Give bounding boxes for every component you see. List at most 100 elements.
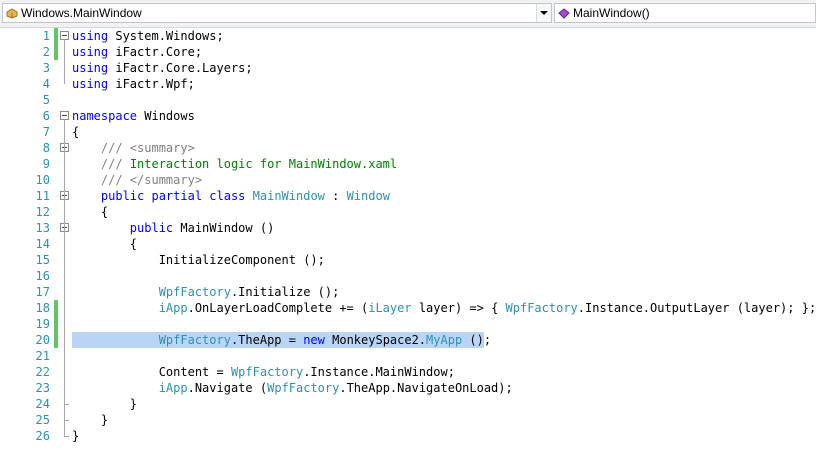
- code-token: iFactr.Core.Layers;: [108, 61, 253, 75]
- type-dropdown-label: Windows.MainWindow: [21, 6, 142, 20]
- code-token: }: [72, 397, 138, 411]
- code-line[interactable]: 16: [0, 268, 816, 284]
- code-line[interactable]: 14 {: [0, 236, 816, 252]
- code-text: iApp.Navigate (WpfFactory.TheApp.Navigat…: [72, 380, 513, 396]
- code-token: using: [72, 61, 109, 75]
- code-token: WpfFactory: [158, 333, 231, 347]
- code-token: WpfFactory: [267, 381, 340, 395]
- line-number: 4: [42, 77, 50, 91]
- code-text: InitializeComponent ();: [72, 252, 325, 268]
- line-number: 15: [35, 253, 50, 267]
- change-marker: [54, 28, 58, 44]
- code-line[interactable]: 26}: [0, 428, 816, 444]
- code-editor[interactable]: 1 using System.Windows; 2 using iFactr.Core…: [0, 28, 816, 460]
- chevron-down-icon[interactable]: [536, 4, 551, 22]
- code-token: iLayer: [368, 301, 412, 315]
- code-token: Window: [346, 189, 390, 203]
- code-line[interactable]: 5: [0, 92, 816, 108]
- code-token: WpfFactory: [505, 301, 578, 315]
- code-line[interactable]: 6 namespace Windows: [0, 108, 816, 124]
- code-token: InitializeComponent ();: [72, 253, 325, 267]
- code-line[interactable]: 12 {: [0, 204, 816, 220]
- code-line[interactable]: 23 iApp.Navigate (WpfFactory.TheApp.Navi…: [0, 380, 816, 396]
- code-token: .Instance.OutputLayer (layer); };: [577, 301, 816, 315]
- type-dropdown[interactable]: Windows.MainWindow: [2, 3, 552, 23]
- navigation-bar: Windows.MainWindow MainWindow(): [0, 0, 816, 28]
- code-token: MyApp: [426, 333, 463, 347]
- outline-guide: [64, 232, 65, 404]
- code-line[interactable]: 10 /// </summary>: [0, 172, 816, 188]
- code-text: /// Interaction logic for MainWindow.xam…: [72, 156, 397, 172]
- code-line[interactable]: 9 /// Interaction logic for MainWindow.x…: [0, 156, 816, 172]
- code-token: iApp: [158, 381, 188, 395]
- code-token: .Instance.MainWindow;: [303, 365, 455, 379]
- line-number: 20: [35, 333, 50, 347]
- code-token: namespace: [72, 109, 138, 123]
- line-number: 24: [35, 397, 50, 411]
- code-line[interactable]: 24 }: [0, 396, 816, 412]
- line-number: 10: [35, 173, 50, 187]
- line-number: 26: [35, 429, 50, 443]
- method-icon: [558, 8, 570, 19]
- code-line[interactable]: 1 using System.Windows;: [0, 28, 816, 44]
- code-token: iFactr.Wpf;: [108, 77, 195, 91]
- code-line[interactable]: 11 public partial class MainWindow : Win…: [0, 188, 816, 204]
- outline-guide: [64, 152, 65, 180]
- code-line[interactable]: 13 public MainWindow (): [0, 220, 816, 236]
- code-token: .TheApp.NavigateOnLoad);: [339, 381, 513, 395]
- code-line[interactable]: 21: [0, 348, 816, 364]
- code-line[interactable]: 4 using iFactr.Wpf;: [0, 76, 816, 92]
- code-token: iFactr.Core;: [108, 45, 203, 59]
- code-text: using iFactr.Wpf;: [72, 76, 195, 92]
- member-dropdown-label: MainWindow(): [573, 6, 650, 20]
- collapse-icon[interactable]: [60, 31, 69, 40]
- code-line[interactable]: 19: [0, 316, 816, 332]
- code-token: using: [72, 29, 109, 43]
- line-number: 2: [42, 45, 50, 59]
- collapse-icon[interactable]: [60, 111, 69, 120]
- code-line[interactable]: 2 using iFactr.Core;: [0, 44, 816, 60]
- code-token: {: [72, 205, 109, 219]
- code-line[interactable]: 8 /// <summary>: [0, 140, 816, 156]
- code-token: .Initialize ();: [230, 285, 340, 299]
- code-line[interactable]: 7{: [0, 124, 816, 140]
- line-number: 8: [42, 141, 50, 155]
- code-token: Content =: [72, 365, 231, 379]
- code-token: ();: [462, 333, 492, 347]
- code-line[interactable]: 15 InitializeComponent ();: [0, 252, 816, 268]
- member-dropdown[interactable]: MainWindow(): [554, 3, 816, 23]
- code-text: /// </summary>: [72, 172, 202, 188]
- code-text: WpfFactory.TheApp = new MonkeySpace2.MyA…: [72, 332, 491, 348]
- line-number: 21: [35, 349, 50, 363]
- code-text: using iFactr.Core.Layers;: [72, 60, 253, 76]
- code-line[interactable]: 25 }: [0, 412, 816, 428]
- code-text: {: [72, 236, 137, 252]
- code-text: {: [72, 204, 108, 220]
- line-number: 5: [42, 93, 50, 107]
- line-number: 14: [35, 237, 50, 251]
- line-number: 16: [35, 269, 50, 283]
- code-text: }: [72, 412, 108, 428]
- code-token: :: [324, 189, 347, 203]
- code-token: public partial class: [100, 189, 246, 203]
- line-number: 1: [42, 29, 50, 43]
- line-number: 12: [35, 205, 50, 219]
- code-token: {: [72, 237, 138, 251]
- code-token: .TheApp =: [230, 333, 304, 347]
- line-number: 6: [42, 109, 50, 123]
- code-line[interactable]: 18 iApp.OnLayerLoadComplete += (iLayer l…: [0, 300, 816, 316]
- code-token: MainWindow (): [173, 221, 275, 235]
- code-token: Interaction logic for MainWindow.xaml: [129, 157, 398, 171]
- code-line[interactable]: 3 using iFactr.Core.Layers;: [0, 60, 816, 76]
- code-line[interactable]: 17 WpfFactory.Initialize ();: [0, 284, 816, 300]
- code-token: WpfFactory: [158, 285, 231, 299]
- code-line[interactable]: 20 WpfFactory.TheApp = new MonkeySpace2.…: [0, 332, 816, 348]
- change-marker: [54, 44, 58, 60]
- line-number: 13: [35, 221, 50, 235]
- code-line[interactable]: 22 Content = WpfFactory.Instance.MainWin…: [0, 364, 816, 380]
- code-token: /// </summary>: [100, 173, 203, 187]
